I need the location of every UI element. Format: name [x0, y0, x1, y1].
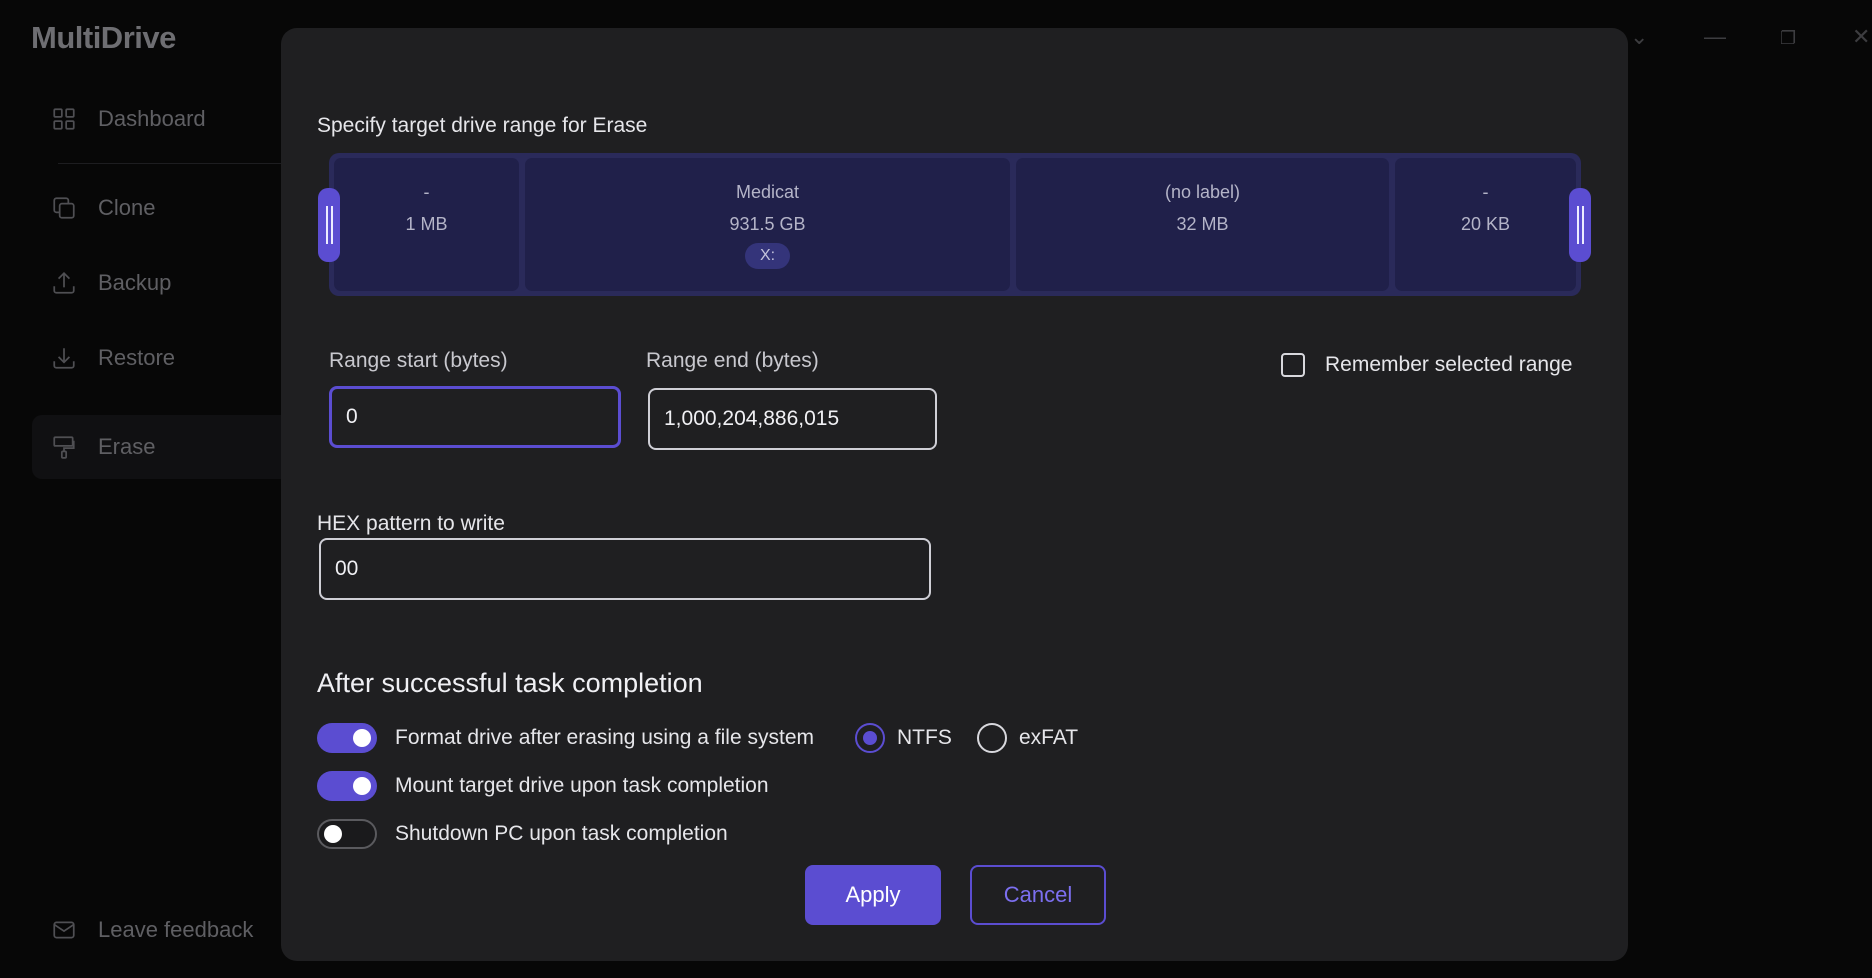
partition-size: 32 MB — [1176, 214, 1229, 234]
hex-pattern-input[interactable] — [319, 538, 931, 600]
mount-drive-toggle[interactable] — [317, 771, 377, 801]
leave-feedback-label: Leave feedback — [98, 917, 254, 942]
partition-segment[interactable]: (no label) 32 MB — [1016, 158, 1389, 291]
completion-heading: After successful task completion — [317, 668, 703, 698]
apply-button[interactable]: Apply — [805, 865, 941, 925]
range-end-label: Range end (bytes) — [646, 349, 819, 372]
sidebar-item-erase[interactable]: Erase — [32, 415, 292, 479]
sidebar: MultiDrive Dashboard Clone Backup Restor — [0, 0, 300, 978]
partition-name: (no label) — [1164, 182, 1241, 202]
range-start-label: Range start (bytes) — [329, 349, 508, 372]
format-drive-option: Format drive after erasing using a file … — [317, 723, 814, 753]
sidebar-divider — [58, 163, 298, 164]
partition-name: - — [1482, 182, 1489, 202]
upload-icon — [44, 263, 84, 303]
download-icon — [44, 338, 84, 378]
app-title: MultiDrive — [31, 20, 176, 55]
exfat-label: exFAT — [1019, 726, 1079, 749]
mount-drive-label: Mount target drive upon task completion — [395, 774, 769, 797]
grid-icon — [44, 99, 84, 139]
shutdown-pc-toggle[interactable] — [317, 819, 377, 849]
shutdown-pc-option: Shutdown PC upon task completion — [317, 819, 728, 849]
mount-drive-option: Mount target drive upon task completion — [317, 771, 769, 801]
minimize-icon[interactable]: — — [1704, 24, 1726, 50]
chevron-down-icon[interactable]: ⌄ — [1630, 24, 1648, 50]
range-start-input[interactable] — [329, 386, 621, 448]
partition-size: 931.5 GB — [729, 214, 806, 234]
ntfs-label: NTFS — [897, 726, 952, 749]
partition-size: 1 MB — [405, 214, 448, 234]
fs-option-ntfs[interactable]: NTFS — [855, 723, 952, 753]
close-icon[interactable]: ✕ — [1852, 24, 1870, 50]
partition-segment[interactable]: - 20 KB — [1395, 158, 1576, 291]
sidebar-item-clone[interactable]: Clone — [32, 176, 292, 240]
range-end-input[interactable] — [648, 388, 937, 450]
range-start-handle[interactable] — [318, 188, 340, 262]
remember-range-option[interactable]: Remember selected range — [1281, 353, 1572, 377]
maximize-icon[interactable]: ❐ — [1780, 28, 1796, 49]
range-title: Specify target drive range for Erase — [317, 114, 648, 137]
range-end-handle[interactable] — [1569, 188, 1591, 262]
drive-letter-badge: X: — [744, 243, 791, 269]
exfat-radio[interactable] — [977, 723, 1007, 753]
format-drive-label: Format drive after erasing using a file … — [395, 726, 814, 749]
sidebar-item-label: Restore — [98, 345, 176, 370]
app-window: MultiDrive Dashboard Clone Backup Restor — [0, 0, 1872, 978]
brush-icon — [44, 427, 84, 467]
shutdown-pc-label: Shutdown PC upon task completion — [395, 822, 728, 845]
sidebar-item-label: Dashboard — [98, 106, 206, 131]
cancel-button[interactable]: Cancel — [970, 865, 1106, 925]
sidebar-item-dashboard[interactable]: Dashboard — [32, 87, 292, 151]
sidebar-item-label: Erase — [98, 434, 156, 459]
partition-segment[interactable]: - 1 MB — [334, 158, 519, 291]
erase-settings-dialog: Specify target drive range for Erase - 1… — [281, 28, 1628, 961]
sidebar-item-restore[interactable]: Restore — [32, 326, 292, 390]
sidebar-item-backup[interactable]: Backup — [32, 251, 292, 315]
leave-feedback-link[interactable]: Leave feedback — [32, 898, 292, 962]
partition-bar[interactable]: - 1 MB Medicat 931.5 GB X: (no label) 32… — [329, 153, 1581, 296]
hex-pattern-label: HEX pattern to write — [317, 512, 505, 535]
partition-name: - — [423, 182, 430, 202]
sidebar-item-label: Backup — [98, 270, 172, 295]
sidebar-item-label: Clone — [98, 195, 156, 220]
copy-icon — [44, 188, 84, 228]
fs-option-exfat[interactable]: exFAT — [977, 723, 1078, 753]
ntfs-radio[interactable] — [855, 723, 885, 753]
partition-segment[interactable]: Medicat 931.5 GB X: — [525, 158, 1010, 291]
partition-name: Medicat — [735, 182, 800, 202]
remember-range-checkbox[interactable] — [1281, 353, 1305, 377]
remember-range-label: Remember selected range — [1325, 353, 1573, 376]
mail-icon — [44, 910, 84, 950]
partition-size: 20 KB — [1460, 214, 1511, 234]
format-drive-toggle[interactable] — [317, 723, 377, 753]
